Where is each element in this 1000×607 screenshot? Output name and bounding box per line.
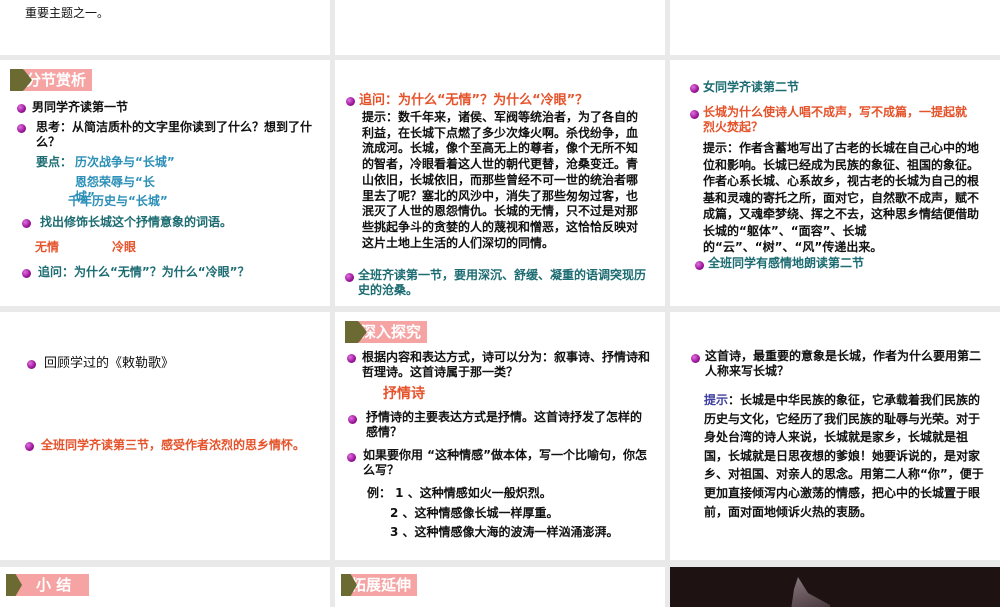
section-badge: 拓展延伸 bbox=[341, 574, 418, 596]
slide-thumbnail-1[interactable]: 重要主题之一。 bbox=[0, 0, 330, 55]
slide-thumbnail-8[interactable]: 深入探究 根据内容和表达方式，诗可以分为：叙事诗、抒情诗和哲理诗。这首诗属于那一… bbox=[335, 312, 665, 560]
bullet-icon bbox=[27, 360, 36, 369]
section-badge: 深入探究 bbox=[345, 321, 428, 343]
slide-text: 回顾学过的《敕勒歌》 bbox=[44, 356, 175, 371]
key-point: 恩怨荣辱与“长 bbox=[75, 175, 155, 189]
slide-text: 如果要你用 “这种情感”做本体，写一个比喻句，你怎么写？ bbox=[363, 448, 647, 477]
answer-word: 冷眼 bbox=[112, 240, 137, 254]
slide-thumbnail-11[interactable]: 拓展延伸 bbox=[335, 567, 665, 607]
slide-text: 思考：从简洁质朴的文字里你读到了什么？想到了什么？ bbox=[36, 120, 313, 149]
slide-text: 找出修饰长城这个抒情意象的词语。 bbox=[40, 215, 233, 229]
slide-thumbnail-12[interactable] bbox=[670, 567, 1000, 607]
slide-thumbnail-5[interactable]: 追问：为什么“无情”？为什么“冷眼”？ 提示：数千年来，诸侯、军阀等统治者，为了… bbox=[335, 60, 665, 306]
hint-text: 提示：数千年来，诸侯、军阀等统治者，为了各自的利益，在长城下点燃了多少次烽火啊。… bbox=[362, 110, 639, 250]
bullet-icon bbox=[22, 219, 31, 228]
bullet-icon bbox=[691, 354, 700, 363]
hint-label: 提示 bbox=[704, 393, 729, 407]
hint-text: 提示：作者含蓄地写出了古老的长城在自己心中的地位和影响。长城已经成为民族的象征、… bbox=[703, 141, 980, 254]
bullet-icon bbox=[17, 104, 26, 113]
section-badge: 分节赏析 bbox=[10, 69, 93, 91]
slide-thumbnail-6[interactable]: 女同学齐读第二节 长城为什么使诗人唱不成声，写不成篇，一提起就烈火焚起？ 提示：… bbox=[670, 60, 1000, 306]
key-label: 要点： bbox=[36, 155, 73, 169]
slide-text: 全班齐读第一节，要用深沉、舒缓、凝重的语调突现历史的沧桑。 bbox=[358, 268, 647, 297]
slide-text: 女同学齐读第二节 bbox=[703, 80, 800, 94]
slide-thumbnail-4[interactable]: 分节赏析 男同学齐读第一节 思考：从简洁质朴的文字里你读到了什么？想到了什么？ … bbox=[0, 60, 330, 306]
slide-image bbox=[790, 577, 830, 607]
bullet-icon bbox=[348, 415, 357, 424]
key-point: 千年历史与“长城” bbox=[68, 194, 168, 208]
example-line: 3 、这种情感像大海的波涛一样汹涌澎湃。 bbox=[390, 525, 619, 539]
bullet-icon bbox=[690, 84, 699, 93]
slide-text: 重要主题之一。 bbox=[25, 6, 110, 20]
slide-thumbnail-10[interactable]: 小 结 bbox=[0, 567, 330, 607]
example-line: 例： 1 、这种情感如火一般炽烈。 bbox=[367, 486, 552, 500]
example-line: 2 、这种情感像长城一样厚重。 bbox=[390, 506, 559, 520]
answer-word: 抒情诗 bbox=[383, 386, 425, 402]
answer-word: 无情 bbox=[35, 240, 60, 254]
hint-text: 提示：长城是中华民族的象征，它承载着我们民族的历史与文化，它经历了我们民族的耻辱… bbox=[704, 391, 988, 521]
slide-thumbnail-3[interactable] bbox=[670, 0, 1000, 55]
slide-text: 全班同学有感情地朗读第二节 bbox=[708, 256, 865, 270]
slide-question: 追问：为什么“无情”？为什么“冷眼”？ bbox=[359, 93, 589, 108]
bullet-icon bbox=[347, 354, 356, 363]
slide-text: 男同学齐读第一节 bbox=[32, 100, 129, 114]
bullet-icon bbox=[690, 110, 699, 119]
key-point: 历次战争与“长城” bbox=[75, 155, 175, 169]
bullet-icon bbox=[346, 97, 355, 106]
slide-text: 抒情诗的主要表达方式是抒情。这首诗抒发了怎样的感情？ bbox=[366, 410, 643, 439]
slide-text: 追问：为什么“无情”？为什么“冷眼”？ bbox=[38, 265, 250, 279]
slide-text: 全班同学齐读第三节，感受作者浓烈的思乡情怀。 bbox=[41, 438, 306, 452]
section-badge: 小 结 bbox=[6, 574, 90, 596]
slide-thumbnail-7[interactable]: 回顾学过的《敕勒歌》 全班同学齐读第三节，感受作者浓烈的思乡情怀。 bbox=[0, 312, 330, 560]
slide-text: 根据内容和表达方式，诗可以分为：叙事诗、抒情诗和哲理诗。这首诗属于那一类？ bbox=[362, 350, 651, 379]
hint-body: ：长城是中华民族的象征，它承载着我们民族的历史与文化，它经历了我们民族的耻辱与光… bbox=[704, 393, 984, 519]
slide-question: 长城为什么使诗人唱不成声，写不成篇，一提起就烈火焚起？ bbox=[703, 105, 968, 134]
slide-thumbnail-2[interactable] bbox=[335, 0, 665, 55]
bullet-icon bbox=[345, 273, 354, 282]
slide-text: 这首诗，最重要的意象是长城，作者为什么要用第二人称来写长城？ bbox=[705, 349, 982, 378]
slide-thumbnail-9[interactable]: 这首诗，最重要的意象是长城，作者为什么要用第二人称来写长城？ 提示：长城是中华民… bbox=[670, 312, 1000, 560]
bullet-icon bbox=[25, 442, 34, 451]
bullet-icon bbox=[17, 124, 26, 133]
bullet-icon bbox=[22, 269, 31, 278]
bullet-icon bbox=[347, 453, 356, 462]
bullet-icon bbox=[695, 261, 704, 270]
